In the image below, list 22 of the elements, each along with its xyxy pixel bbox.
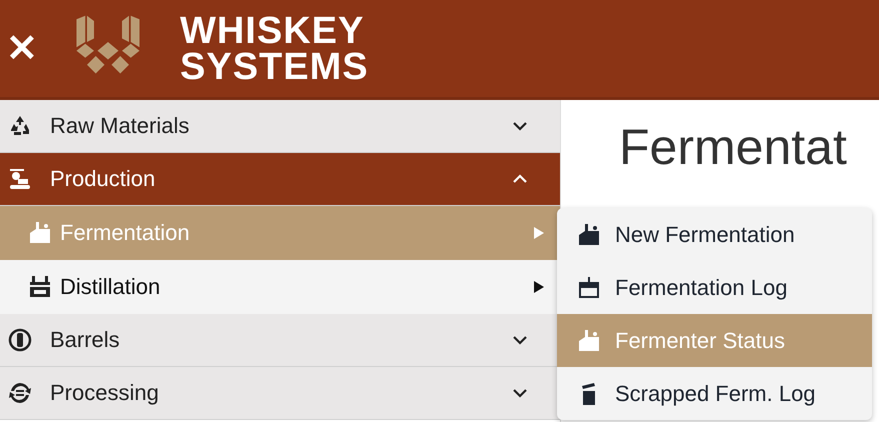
sidebar-item[interactable]: Processing bbox=[0, 367, 560, 420]
logo-text: WHISKEY bbox=[180, 12, 366, 48]
conveyor-icon bbox=[8, 167, 32, 191]
triangle-right-icon bbox=[534, 227, 544, 239]
sidebar-item[interactable]: Production bbox=[0, 153, 560, 206]
chevron-up-icon bbox=[512, 174, 528, 184]
chevron-down-icon bbox=[512, 388, 528, 398]
sidebar-item[interactable]: Barrels bbox=[0, 314, 560, 367]
recycle-icon bbox=[8, 114, 32, 138]
menu-item[interactable]: New Fermentation bbox=[557, 208, 872, 261]
barrel-icon bbox=[8, 328, 32, 352]
submenu-item[interactable]: Distillation bbox=[0, 260, 560, 314]
logo-text: SYSTEMS bbox=[180, 48, 369, 84]
menu-item[interactable]: Scrapped Ferm. Log bbox=[557, 367, 872, 420]
sidebar-item[interactable]: Raw Materials bbox=[0, 100, 560, 153]
menu-item[interactable]: Fermentation Log bbox=[557, 261, 872, 314]
triangle-right-icon bbox=[534, 281, 544, 293]
page-heading: Fermentat bbox=[619, 118, 848, 176]
cycle-icon bbox=[8, 381, 32, 405]
chevron-down-icon bbox=[512, 121, 528, 131]
close-button[interactable]: ✕ bbox=[6, 30, 48, 68]
chevron-down-icon bbox=[512, 335, 528, 345]
